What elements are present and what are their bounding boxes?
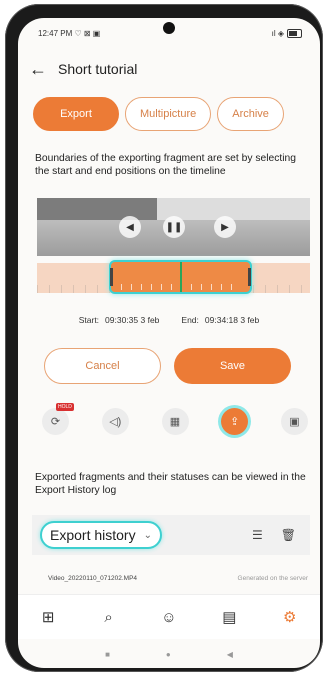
status-bar: 12:47 PM ♡ ⊠ ▣ ıl ◈ (38, 26, 302, 40)
status-left-icons: ♡ ⊠ ▣ (74, 28, 101, 38)
history-description: Exported fragments and their statuses ca… (35, 472, 306, 496)
export-share-icon[interactable]: ⇪ (221, 408, 249, 435)
gear-icon[interactable]: ⚙ (275, 608, 305, 626)
pause-icon[interactable]: ❚❚ (163, 216, 185, 238)
screen: 12:47 PM ♡ ⊠ ▣ ıl ◈ ← Short tutorial Exp… (18, 18, 320, 668)
action-buttons: Cancel Save (44, 348, 306, 384)
back-arrow-icon[interactable]: ← (18, 59, 58, 80)
tab-bar: Export Multipicture Archive (33, 97, 320, 131)
tool-icons: ⟳ HOLD ◁) ▦ ⇪ ▣ (42, 403, 308, 435)
fragment-times: Start: 09:30:35 3 feb End: 09:34:18 3 feb (18, 315, 320, 325)
end-label: End: (181, 315, 199, 325)
start-handle[interactable] (110, 268, 113, 286)
grid-icon[interactable]: ⊞ (33, 608, 63, 626)
rewind-icon[interactable]: ◀ (119, 216, 141, 238)
qr-code-icon[interactable]: ▦ (161, 408, 189, 435)
export-history-label: Export history (50, 527, 136, 543)
system-navigation: ■ ● ◀ (18, 643, 320, 665)
tab-multipicture[interactable]: Multipicture (125, 97, 212, 131)
search-icon[interactable]: ⌕ (94, 609, 124, 626)
hold-tool-icon[interactable]: ⟳ HOLD (42, 403, 74, 435)
history-toolbar: Export history ⌄ ☰ 🗑 (32, 515, 310, 555)
video-preview: ◀ ❚❚ ▶ (37, 198, 310, 256)
save-button[interactable]: Save (174, 348, 291, 384)
start-label: Start: (78, 315, 100, 325)
playhead-cursor[interactable] (180, 262, 182, 292)
phone-frame: 12:47 PM ♡ ⊠ ▣ ıl ◈ ← Short tutorial Exp… (5, 4, 323, 672)
export-history-dropdown[interactable]: Export history ⌄ (40, 521, 162, 549)
tab-export[interactable]: Export (33, 97, 119, 131)
tab-archive[interactable]: Archive (217, 97, 284, 131)
file-name: Video_20220110_071202.MP4 (48, 575, 138, 582)
forward-icon[interactable]: ▶ (214, 216, 236, 238)
export-fragment-selection[interactable] (109, 260, 252, 294)
list-item[interactable]: Video_20220110_071202.MP4 Generated on t… (48, 575, 308, 582)
export-description: Boundaries of the exporting fragment are… (35, 153, 297, 177)
file-status: Generated on the server (237, 575, 308, 582)
page-title: Short tutorial (58, 61, 138, 77)
sound-icon[interactable]: ◁) (101, 408, 129, 435)
robot-icon[interactable]: ☺ (154, 609, 184, 626)
home-icon[interactable]: ● (166, 650, 171, 659)
battery-icon (287, 28, 302, 38)
trash-icon[interactable]: 🗑 (281, 528, 296, 542)
video-clip-icon[interactable]: ▣ (281, 408, 308, 435)
timeline[interactable] (37, 260, 310, 294)
hold-badge: HOLD (56, 403, 74, 411)
cancel-button[interactable]: Cancel (44, 348, 161, 384)
back-icon[interactable]: ◀ (227, 650, 233, 659)
start-value: 09:30:35 3 feb (105, 315, 160, 325)
end-handle[interactable] (248, 268, 251, 286)
end-value: 09:34:18 3 feb (204, 315, 260, 325)
status-time: 12:47 PM (38, 28, 73, 38)
document-icon[interactable]: ▤ (214, 608, 244, 626)
recents-icon[interactable]: ■ (105, 650, 110, 659)
filter-icon[interactable]: ☰ (252, 528, 263, 542)
bottom-navigation: ⊞ ⌕ ☺ ▤ ⚙ (18, 594, 320, 639)
app-bar: ← Short tutorial (18, 52, 320, 86)
status-right-icons: ıl ◈ (271, 28, 284, 38)
chevron-down-icon: ⌄ (143, 529, 152, 541)
video-scene-wall (157, 198, 310, 220)
